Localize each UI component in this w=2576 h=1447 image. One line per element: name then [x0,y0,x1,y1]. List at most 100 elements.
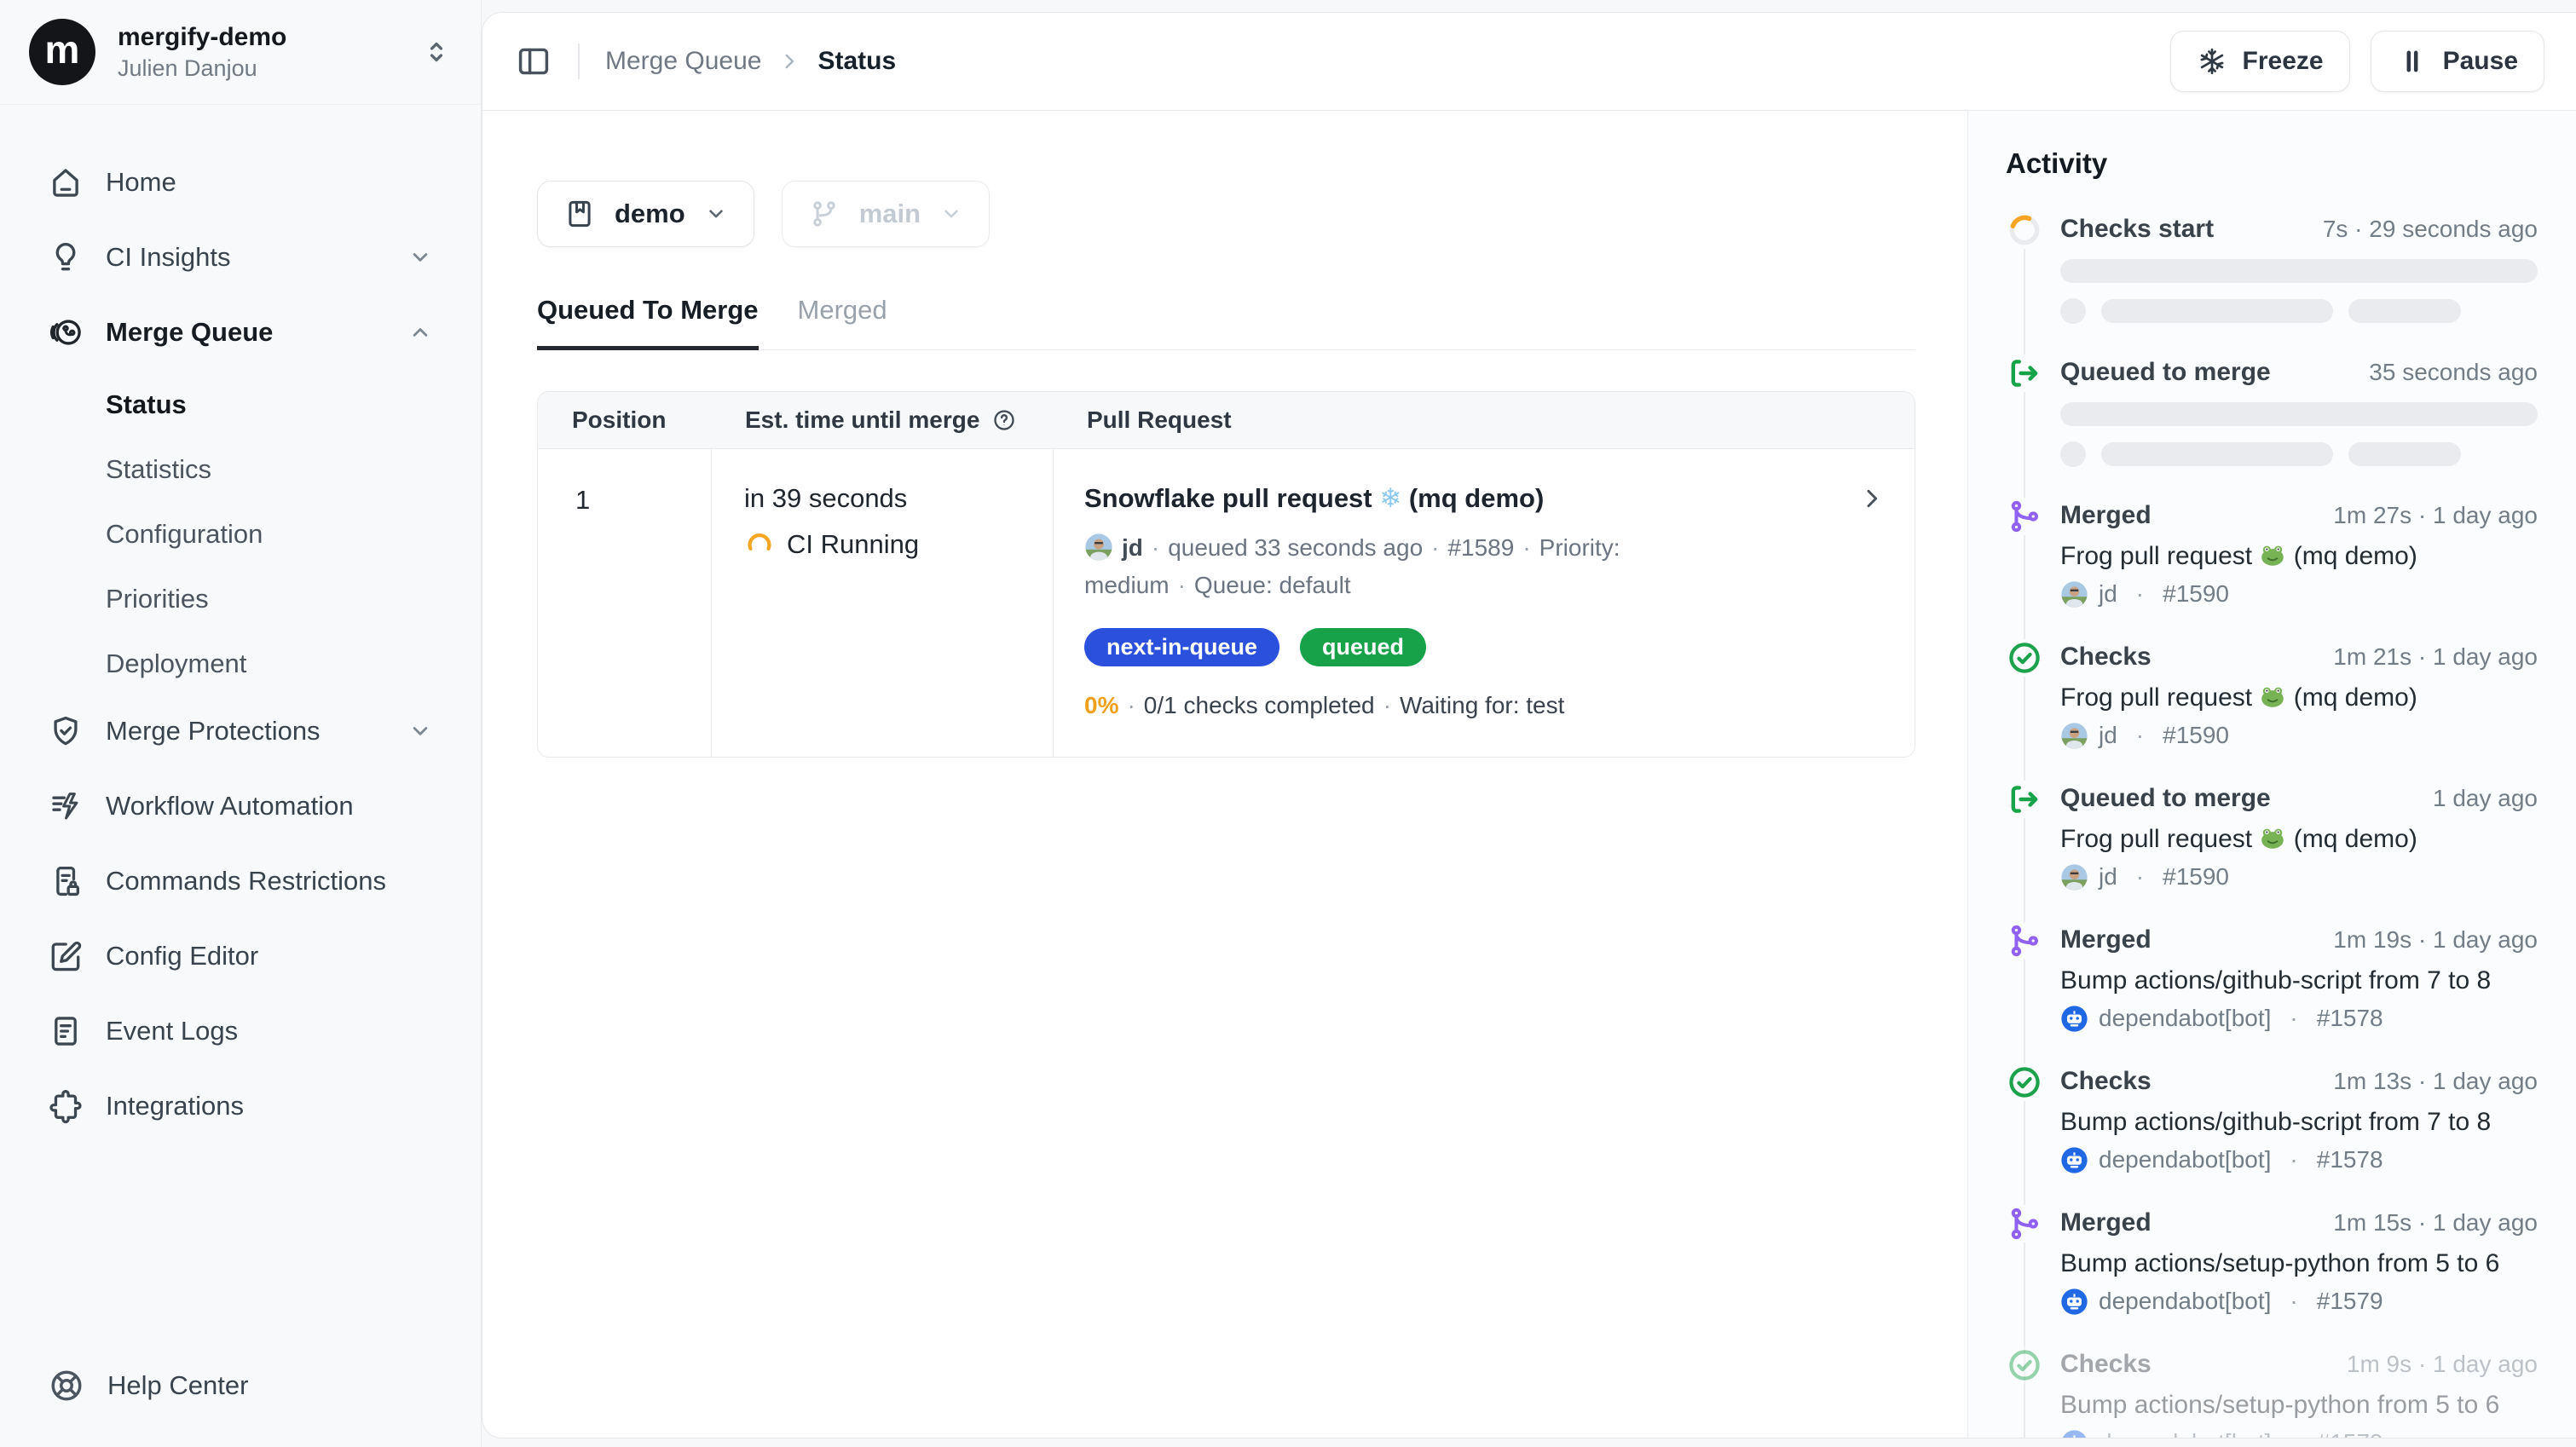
activity-pr-title[interactable]: Frog pull request (mq demo) [2060,682,2538,714]
activity-pr-number[interactable]: #1578 [2317,1145,2383,1174]
pr-meta-item: #1589 [1447,534,1514,561]
sidebar-item-label: Home [106,167,176,198]
branch-select[interactable]: main [782,181,990,247]
chevron-right-icon[interactable] [1858,485,1886,512]
sidebar-item-home[interactable]: Home [20,147,460,217]
activity-pr-title[interactable]: Bump actions/setup-python from 5 to 6 [2060,1389,2538,1421]
sidebar-item-merge-protections[interactable]: Merge Protections [20,696,460,766]
activity-pr-number[interactable]: #1590 [2163,862,2229,891]
activity-entry-queued-to-merge-1[interactable]: Queued to merge35 seconds ago [2006,356,2538,467]
author-avatar[interactable] [1084,533,1113,562]
activity-pr-title[interactable]: Frog pull request (mq demo) [2060,540,2538,573]
activity-pr-number[interactable]: #1590 [2163,579,2229,608]
activity-entry-merged-2[interactable]: Merged1m 27s · 1 day agoFrog pull reques… [2006,499,2538,608]
chevron-down-icon [704,202,728,226]
sidebar-item-label: Merge Queue [106,317,273,348]
pr-meta: jd·queued 33 seconds ago·#1589·Priority:… [1084,529,1732,604]
column-header-est-time-until-merge: Est. time until merge [711,392,1053,448]
pr-author[interactable]: jd [1122,534,1143,561]
activity-pr-number[interactable]: #1579 [2317,1287,2383,1316]
activity-author: jd [2099,862,2117,891]
repository-value: demo [615,199,685,229]
life-buoy-icon [48,1367,85,1404]
tab-queued-to-merge[interactable]: Queued To Merge [537,295,759,350]
activity-author: dependabot[bot] [2099,1428,2271,1438]
sidebar-subitem-status[interactable]: Status [20,372,460,437]
sidebar-subitem-statistics[interactable]: Statistics [20,437,460,502]
activity-entry-checks-6[interactable]: Checks1m 13s · 1 day agoBump actions/git… [2006,1065,2538,1174]
activity-pr-number[interactable]: #1590 [2163,721,2229,750]
git-merge-icon [2006,922,2043,960]
activity-pr-title[interactable]: Frog pull request (mq demo) [2060,823,2538,856]
sidebar-item-help-center[interactable]: Help Center [0,1367,481,1447]
activity-author: jd [2099,721,2117,750]
activity-pr-title[interactable]: Bump actions/github-script from 7 to 8 [2060,965,2538,997]
activity-label: Checks [2060,1065,2151,1098]
sidebar-item-ci-insights[interactable]: CI Insights [20,222,460,292]
label-next-in-queue: next-in-queue [1084,628,1279,666]
queue-content: demo main Queued To Merge Merged Positio… [482,111,1967,1438]
sidebar-subitem-deployment[interactable]: Deployment [20,631,460,696]
dependabot-icon [2060,1429,2088,1438]
pr-checks-progress: 0%·0/1 checks completed·Waiting for: tes… [1084,692,1838,719]
activity-entry-checks-8[interactable]: Checks 1m 9s · 1 day ago Bump actions/setu… [2006,1348,2538,1438]
sidebar-item-commands-restrictions[interactable]: Commands Restrictions [20,846,460,916]
queue-tabs: Queued To Merge Merged [537,295,1915,350]
sidebar-item-event-logs[interactable]: Event Logs [20,996,460,1066]
panel-left-toggle-icon[interactable] [515,43,552,80]
activity-pr-title[interactable]: Bump actions/github-script from 7 to 8 [2060,1106,2538,1139]
skeleton-bar [2101,442,2333,466]
dependabot-icon [2060,1288,2088,1316]
checks-completed: 0/1 checks completed [1144,692,1375,718]
tab-merged[interactable]: Merged [798,295,887,350]
cell-pull-request: Snowflake pull request ❄ (mq demo) jd·qu… [1053,449,1915,757]
sidebar-subitem-configuration[interactable]: Configuration [20,502,460,567]
activity-label: Checks [2060,641,2151,673]
sidebar-item-merge-queue[interactable]: Merge Queue [20,297,460,367]
checks-percent: 0% [1084,692,1118,718]
file-lock-icon [48,863,84,899]
breadcrumb-merge-queue[interactable]: Merge Queue [605,47,761,76]
activity-pr-title[interactable]: Bump actions/setup-python from 5 to 6 [2060,1248,2538,1280]
activity-entry-checks-start-0[interactable]: Checks start7s · 29 seconds ago [2006,213,2538,324]
freeze-button[interactable]: Freeze [2170,31,2350,92]
activity-title: Activity [2006,145,2538,182]
checks-waiting: Waiting for: test [1400,692,1564,718]
toolbar: demo main [537,181,1967,247]
activity-entry-merged-5[interactable]: Merged1m 19s · 1 day agoBump actions/git… [2006,924,2538,1033]
org-switcher[interactable]: m mergify-demo Julien Danjou [0,0,481,105]
sidebar-item-integrations[interactable]: Integrations [20,1071,460,1141]
activity-label: Checks [2060,1348,2151,1381]
activity-pr-number[interactable]: #1578 [2317,1004,2383,1033]
cell-eta: in 39 seconds CI Running [711,449,1053,757]
help-center-label: Help Center [107,1370,248,1401]
repository-select[interactable]: demo [537,181,754,247]
topbar: Merge Queue Status Freeze Pause [482,13,2576,111]
queue-table-row[interactable]: 1 in 39 seconds CI Running Snowflake pul… [538,449,1915,757]
activity-pr-number[interactable]: #1579 [2317,1428,2383,1438]
breadcrumb-status: Status [817,47,896,76]
sidebar-item-label: Config Editor [106,941,258,971]
sidebar-item-workflow-automation[interactable]: Workflow Automation [20,771,460,841]
activity-entry-checks-3[interactable]: Checks1m 21s · 1 day agoFrog pull reques… [2006,641,2538,750]
sidebar-item-config-editor[interactable]: Config Editor [20,921,460,991]
skeleton-bar [2348,442,2461,466]
pr-labels: next-in-queuequeued [1084,628,1838,666]
sidebar-subitem-priorities[interactable]: Priorities [20,567,460,631]
git-merge-icon [2006,498,2043,535]
help-circle-icon[interactable] [991,407,1017,433]
activity-time: 1m 27s · 1 day ago [2333,499,2538,532]
skeleton-circle [2060,441,2086,467]
activity-time: 1m 9s · 1 day ago [2347,1348,2538,1381]
chevron-down-icon [407,245,433,270]
activity-label: Merged [2060,924,2151,956]
sidebar-nav: Home CI Insights Merge Queue StatusStatisti… [0,105,481,1367]
activity-entry-queued-to-merge-4[interactable]: Queued to merge1 day agoFrog pull reques… [2006,782,2538,891]
pr-title[interactable]: Snowflake pull request ❄ (mq demo) [1084,481,1838,516]
activity-entry-merged-7[interactable]: Merged1m 15s · 1 day agoBump actions/set… [2006,1207,2538,1316]
activity-label: Checks start [2060,213,2214,245]
pause-button[interactable]: Pause [2371,31,2544,92]
activity-time: 35 seconds ago [2369,356,2538,389]
activity-time: 1m 15s · 1 day ago [2333,1207,2538,1239]
spinner-icon [744,529,775,560]
